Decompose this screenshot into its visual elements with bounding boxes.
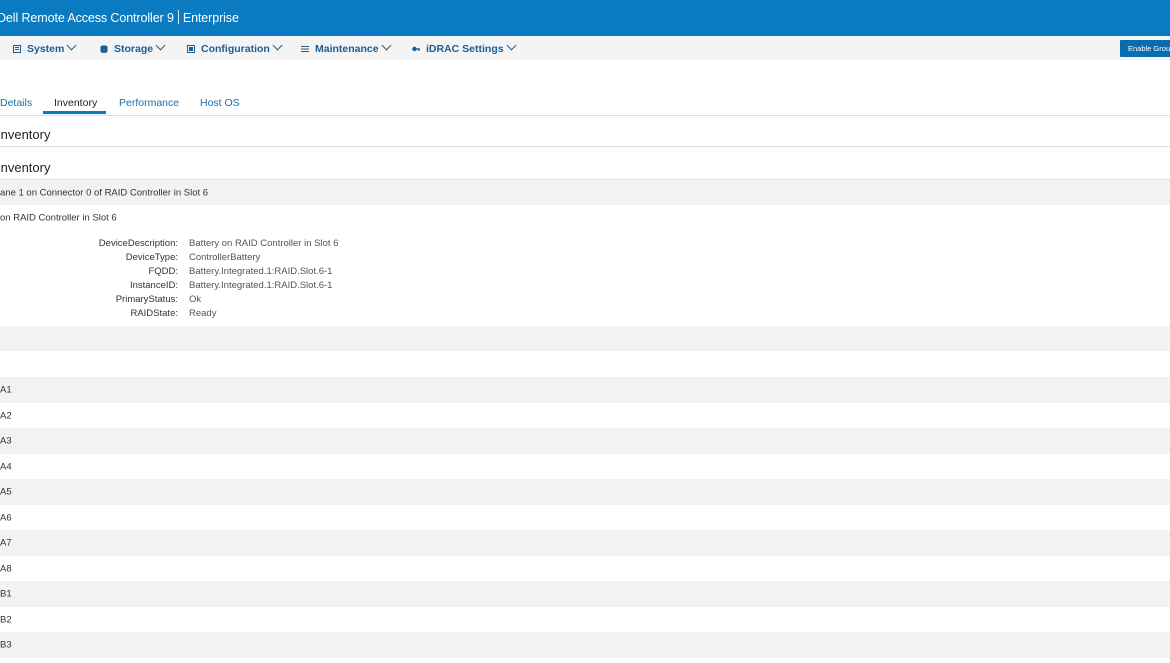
product-edition: Enterprise	[182, 11, 239, 25]
tab-details[interactable]: Details	[0, 97, 32, 109]
nav-maintenance-label: Maintenance	[315, 43, 379, 55]
list-item-label: B2	[0, 614, 12, 625]
list-icon	[301, 46, 309, 52]
list-item-label: A8	[0, 563, 12, 574]
chevron-down-icon	[155, 40, 166, 51]
main-nav-bar: System Storage Configuration Maintenance…	[0, 36, 1170, 60]
list-item-backplane[interactable]: ane 1 on Connector 0 of RAID Controller …	[0, 180, 1170, 205]
list-item-a5[interactable]: A5	[0, 479, 1170, 505]
nav-maintenance[interactable]: Maintenance	[301, 40, 392, 56]
chevron-down-icon	[272, 40, 283, 51]
key-icon	[412, 46, 420, 52]
list-item-a2[interactable]: A2	[0, 403, 1170, 428]
property-label: PrimaryStatus:	[115, 294, 178, 305]
chevron-down-icon	[66, 40, 77, 51]
chevron-down-icon	[506, 40, 517, 51]
list-item-label: A3	[0, 435, 12, 447]
section-title-inventory-sub: Inventory	[0, 160, 51, 175]
list-item-b3[interactable]: B3	[0, 632, 1170, 658]
list-item-label: ane 1 on Connector 0 of RAID Controller …	[0, 187, 209, 198]
property-label: DeviceDescription:	[98, 238, 178, 249]
section-title-inventory: Inventory	[0, 127, 51, 142]
list-item-a4[interactable]: A4	[0, 454, 1170, 479]
list-item-label: A2	[0, 410, 12, 421]
top-header-bar: Dell Remote Access Controller 9 Enterpris…	[0, 0, 1170, 36]
property-label: FQDD:	[148, 266, 178, 277]
list-item-label: B3	[0, 639, 12, 651]
list-item-a8[interactable]: A8	[0, 556, 1170, 581]
title-divider	[177, 10, 179, 24]
list-item-a3[interactable]: A3	[0, 428, 1170, 454]
list-item-a6[interactable]: A6	[0, 505, 1170, 530]
product-name: Dell Remote Access Controller 9	[0, 11, 174, 25]
nav-idrac-settings-label: iDRAC Settings	[426, 43, 504, 55]
nav-configuration[interactable]: Configuration	[187, 40, 283, 56]
nav-storage[interactable]: Storage	[100, 40, 166, 56]
property-value: Battery.Integrated.1:RAID.Slot.6-1	[189, 280, 333, 291]
property-label: InstanceID:	[129, 280, 178, 291]
list-item-label: B1	[0, 588, 12, 600]
property-label: DeviceType:	[125, 252, 178, 263]
list-item-a7[interactable]: A7	[0, 530, 1170, 556]
list-item-label: A5	[0, 486, 12, 498]
server-icon	[13, 45, 21, 53]
list-item-label: A4	[0, 461, 12, 472]
list-item-a1[interactable]: A1	[0, 377, 1170, 403]
tab-bar: Details Inventory Performance Host OS	[0, 90, 1170, 116]
list-item-battery[interactable]: on RAID Controller in Slot 6	[0, 205, 1170, 230]
nav-system-label: System	[27, 43, 65, 55]
nav-idrac-settings[interactable]: iDRAC Settings	[412, 40, 517, 56]
nav-system[interactable]: System	[13, 40, 77, 56]
list-item-empty	[0, 351, 1170, 377]
config-icon	[187, 45, 195, 53]
active-tab-indicator	[43, 111, 106, 114]
list-item-label: A7	[0, 537, 12, 549]
list-item-label: A1	[0, 384, 12, 396]
property-value: ControllerBattery	[189, 252, 261, 263]
app-title: Dell Remote Access Controller 9 Enterpris…	[0, 10, 239, 25]
property-value: Battery.Integrated.1:RAID.Slot.6-1	[189, 266, 333, 277]
tab-performance[interactable]: Performance	[119, 97, 179, 109]
property-label: RAIDState:	[130, 308, 178, 319]
tab-inventory[interactable]: Inventory	[54, 97, 97, 109]
nav-storage-label: Storage	[114, 43, 154, 55]
property-value: Ready	[189, 308, 217, 319]
list-item-empty	[0, 326, 1170, 351]
section-divider	[0, 146, 1170, 147]
chevron-down-icon	[381, 40, 392, 51]
database-icon	[100, 45, 108, 53]
property-value: Ok	[189, 294, 202, 305]
nav-configuration-label: Configuration	[201, 43, 270, 55]
enable-group-button[interactable]: Enable Group	[1120, 40, 1170, 57]
list-item-b2[interactable]: B2	[0, 607, 1170, 632]
property-value: Battery on RAID Controller in Slot 6	[189, 238, 339, 249]
list-item-b1[interactable]: B1	[0, 581, 1170, 607]
list-item-label: on RAID Controller in Slot 6	[0, 212, 117, 223]
tab-host-os[interactable]: Host OS	[200, 97, 240, 109]
list-item-label: A6	[0, 512, 12, 523]
